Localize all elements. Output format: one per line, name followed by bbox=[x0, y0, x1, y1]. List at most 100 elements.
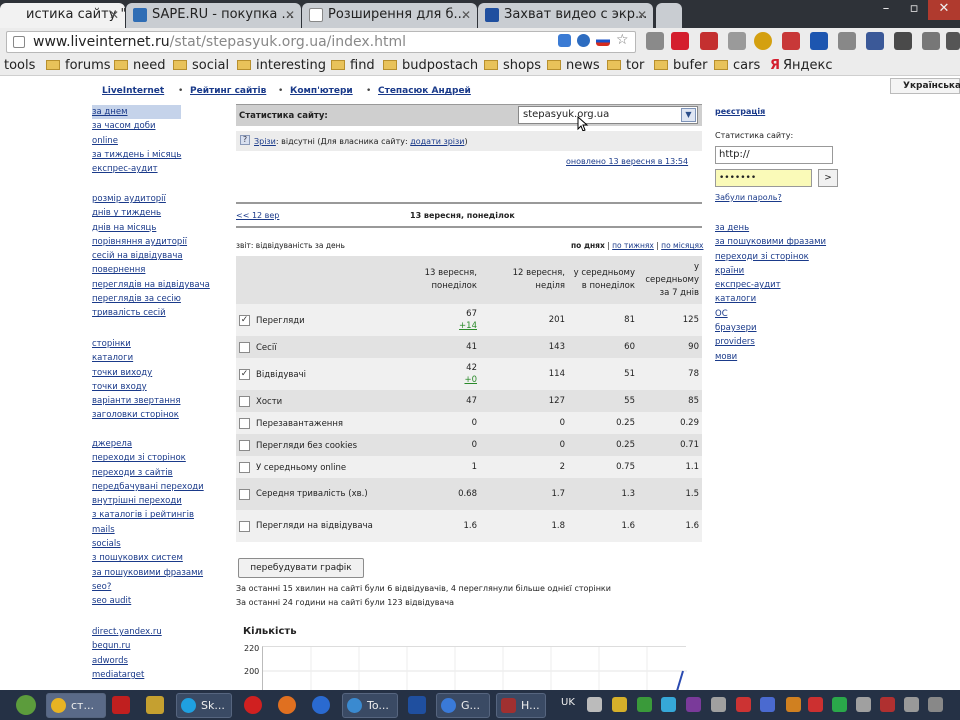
close-icon[interactable]: ✕ bbox=[109, 3, 119, 27]
left-nav-item[interactable]: за днем bbox=[92, 105, 182, 120]
left-nav-item[interactable]: з пошукових систем bbox=[92, 551, 204, 565]
left-nav-item[interactable]: точки входу bbox=[92, 380, 180, 394]
tray-icon-1[interactable] bbox=[587, 697, 602, 712]
checkbox[interactable]: ✓ bbox=[239, 368, 250, 380]
left-nav-item[interactable]: за часом доби bbox=[92, 119, 181, 133]
bookmark-yandex[interactable]: Я Яндекс bbox=[770, 57, 833, 74]
left-nav-item[interactable]: точки виходу bbox=[92, 366, 180, 380]
right-link[interactable]: за день bbox=[715, 221, 826, 235]
taskbar-total[interactable]: To... bbox=[342, 693, 398, 718]
right-link[interactable]: експрес-аудит bbox=[715, 278, 826, 292]
password-input[interactable]: ••••••• bbox=[715, 169, 812, 187]
tab-capture[interactable]: Захват видео с экр... ✕ bbox=[478, 3, 653, 28]
left-nav-item[interactable]: mediatarget bbox=[92, 668, 162, 682]
right-link[interactable]: мови bbox=[715, 350, 826, 364]
flag-icon[interactable] bbox=[596, 36, 610, 46]
bookmark-social[interactable]: social bbox=[173, 57, 229, 74]
start-icon[interactable] bbox=[16, 695, 36, 715]
nav-liveinternet[interactable]: LiveInternet bbox=[102, 86, 164, 96]
tray-icon-9[interactable] bbox=[786, 697, 801, 712]
left-nav-item[interactable]: сесій на відвідувача bbox=[92, 249, 210, 263]
taskbar-g[interactable]: G... bbox=[436, 693, 490, 718]
left-nav-item[interactable]: begun.ru bbox=[92, 639, 162, 653]
left-nav-item[interactable]: переглядів на відвідувача bbox=[92, 278, 210, 292]
ext-1-icon[interactable] bbox=[646, 32, 664, 50]
close-icon[interactable]: ✕ bbox=[285, 3, 295, 27]
tray-icon-8[interactable] bbox=[760, 697, 775, 712]
left-nav-item[interactable]: переходи з сайтів bbox=[92, 466, 204, 480]
extension-icon[interactable] bbox=[558, 34, 571, 47]
tab-active[interactable]: истика сайту "C... ✕ bbox=[0, 3, 125, 28]
ext-4-icon[interactable] bbox=[754, 32, 772, 50]
right-link[interactable]: браузери bbox=[715, 321, 826, 335]
left-nav-item[interactable]: днів на місяць bbox=[92, 221, 210, 235]
ext-7-icon[interactable] bbox=[838, 32, 856, 50]
language-badge[interactable]: Українська bbox=[890, 78, 960, 94]
left-nav-item[interactable]: seo audit bbox=[92, 594, 204, 608]
left-nav-item[interactable]: за тиждень і місяць bbox=[92, 148, 181, 162]
star-icon[interactable]: ☆ bbox=[616, 33, 631, 48]
checkbox[interactable] bbox=[239, 439, 250, 451]
delta-link[interactable]: +14 bbox=[459, 321, 477, 331]
menu-icon[interactable] bbox=[946, 32, 960, 50]
left-nav-item[interactable]: днів у тиждень bbox=[92, 206, 210, 220]
bookmark-tor[interactable]: tor bbox=[607, 57, 644, 74]
bookmark-cars[interactable]: cars bbox=[714, 57, 760, 74]
left-nav-item[interactable]: з каталогів і рейтингів bbox=[92, 508, 204, 522]
left-nav-item[interactable]: розмір аудиторії bbox=[92, 192, 210, 206]
site-url-input[interactable]: http:// bbox=[715, 146, 833, 164]
ext-8-icon[interactable] bbox=[894, 32, 912, 50]
nav-owner[interactable]: Степасюк Андрей bbox=[378, 86, 471, 96]
firefox-icon[interactable] bbox=[278, 696, 296, 714]
nav-rating[interactable]: Рейтинг сайтів bbox=[190, 86, 266, 96]
nav-computers[interactable]: Комп'ютери bbox=[290, 86, 353, 96]
tab-extensions[interactable]: Розширення для б... ✕ bbox=[302, 3, 477, 28]
bookmark-need[interactable]: need bbox=[114, 57, 166, 74]
right-link[interactable]: країни bbox=[715, 264, 826, 278]
left-nav-item[interactable]: online bbox=[92, 134, 181, 148]
right-link[interactable]: переходи зі сторінок bbox=[715, 250, 826, 264]
ext-3-icon[interactable] bbox=[728, 32, 746, 50]
bookmark-budpostach[interactable]: budpostach bbox=[383, 57, 478, 74]
login-submit-button[interactable]: > bbox=[818, 169, 838, 187]
left-nav-item[interactable]: seo? bbox=[92, 580, 204, 594]
dropdown-arrow-icon[interactable]: ▼ bbox=[681, 108, 696, 122]
left-nav-item[interactable]: сторінки bbox=[92, 337, 180, 351]
ext-2-icon[interactable] bbox=[700, 32, 718, 50]
checkbox[interactable] bbox=[239, 461, 250, 473]
bookmark-forums[interactable]: forums bbox=[46, 57, 111, 74]
tray-icon-4[interactable] bbox=[661, 697, 676, 712]
left-nav-item[interactable]: експрес-аудит bbox=[92, 162, 181, 176]
bookmark-tools[interactable]: tools bbox=[4, 57, 35, 74]
rebuild-chart-button[interactable]: перебудувати графік bbox=[238, 558, 364, 578]
checkbox[interactable] bbox=[239, 520, 250, 532]
left-nav-item[interactable]: заголовки сторінок bbox=[92, 408, 180, 422]
right-link[interactable]: ОС bbox=[715, 307, 826, 321]
prev-day-link[interactable]: << 12 вер bbox=[236, 211, 279, 220]
filezilla-icon[interactable] bbox=[112, 696, 130, 714]
bookmark-find[interactable]: find bbox=[331, 57, 375, 74]
tray-icon-7[interactable] bbox=[736, 697, 751, 712]
register-link[interactable]: реєстрація bbox=[715, 107, 765, 116]
close-icon[interactable]: ✕ bbox=[461, 3, 471, 27]
yandex-icon[interactable] bbox=[671, 32, 689, 50]
tray-icon-12[interactable] bbox=[856, 697, 871, 712]
left-nav-item[interactable]: передбачувані переходи bbox=[92, 480, 204, 494]
volume-icon[interactable] bbox=[928, 697, 943, 712]
taskbar-chrome[interactable]: ст... bbox=[46, 693, 106, 718]
ie-icon[interactable] bbox=[312, 696, 330, 714]
tray-icon-13[interactable] bbox=[880, 697, 895, 712]
tray-icon-6[interactable] bbox=[711, 697, 726, 712]
checkbox[interactable] bbox=[239, 417, 250, 429]
left-nav-item[interactable]: socials bbox=[92, 537, 204, 551]
tray-icon-3[interactable] bbox=[637, 697, 652, 712]
checkbox[interactable] bbox=[239, 488, 250, 500]
left-nav-item[interactable]: джерела bbox=[92, 437, 204, 451]
keyboard-language[interactable]: UK bbox=[561, 697, 575, 708]
facebook-icon[interactable] bbox=[866, 32, 884, 50]
capture-app-icon[interactable] bbox=[408, 696, 426, 714]
network-icon[interactable] bbox=[904, 697, 919, 712]
help-icon[interactable]: ? bbox=[240, 135, 250, 145]
left-nav-item[interactable]: переглядів за сесію bbox=[92, 292, 210, 306]
tray-icon-5[interactable] bbox=[686, 697, 701, 712]
